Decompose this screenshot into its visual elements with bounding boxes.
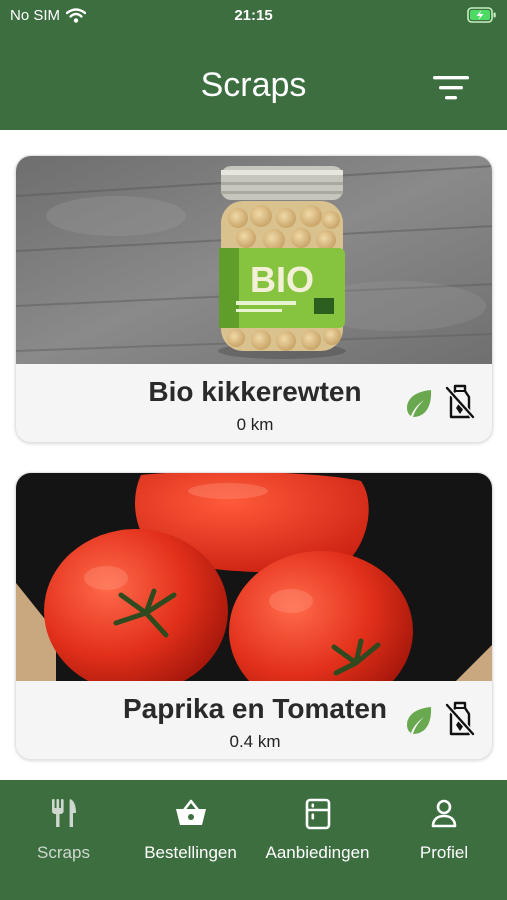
status-time: 21:15 bbox=[234, 7, 273, 24]
bottom-tab-bar: Scraps Bestellingen Aanbiedingen Profiel bbox=[0, 780, 507, 900]
item-info: Bio kikkerewten 0 km bbox=[16, 364, 492, 442]
leaf-icon bbox=[407, 707, 432, 734]
item-info: Paprika en Tomaten 0.4 km bbox=[16, 681, 492, 759]
item-card[interactable]: Paprika en Tomaten 0.4 km bbox=[15, 472, 493, 760]
tab-aanbiedingen[interactable]: Aanbiedingen bbox=[254, 780, 381, 900]
person-icon bbox=[431, 799, 457, 828]
item-photo-chickpeas: BIO bbox=[16, 156, 492, 364]
tab-label: Bestellingen bbox=[144, 843, 237, 862]
no-milk-icon bbox=[445, 701, 475, 736]
item-card[interactable]: BIO Bio kikkerewten 0 km bbox=[15, 155, 493, 443]
item-distance: 0.4 km bbox=[229, 732, 281, 751]
tab-label: Scraps bbox=[37, 843, 90, 862]
tab-scraps[interactable]: Scraps bbox=[0, 780, 127, 900]
leaf-icon bbox=[407, 390, 432, 417]
tab-label: Profiel bbox=[419, 843, 469, 862]
jar-label-text: BIO bbox=[250, 259, 314, 300]
page-title: Scraps bbox=[200, 66, 307, 104]
item-distance: 0 km bbox=[236, 415, 274, 434]
top-app-bar: No SIM 21:15 Scraps bbox=[0, 0, 507, 130]
tab-bestellingen[interactable]: Bestellingen bbox=[127, 780, 254, 900]
scraps-list[interactable]: BIO Bio kikkerewten 0 km Paprika en Toma… bbox=[0, 130, 507, 780]
battery-charging-icon bbox=[467, 7, 496, 23]
status-bar: No SIM 21:15 bbox=[0, 0, 507, 32]
tab-label: Aanbiedingen bbox=[265, 843, 370, 862]
fridge-icon bbox=[305, 798, 330, 830]
no-milk-icon bbox=[445, 384, 475, 419]
fork-knife-icon bbox=[51, 799, 76, 827]
filter-icon[interactable] bbox=[433, 74, 469, 102]
tab-profiel[interactable]: Profiel bbox=[381, 780, 507, 900]
basket-icon bbox=[175, 799, 206, 825]
item-photo-tomatoes bbox=[16, 473, 492, 681]
